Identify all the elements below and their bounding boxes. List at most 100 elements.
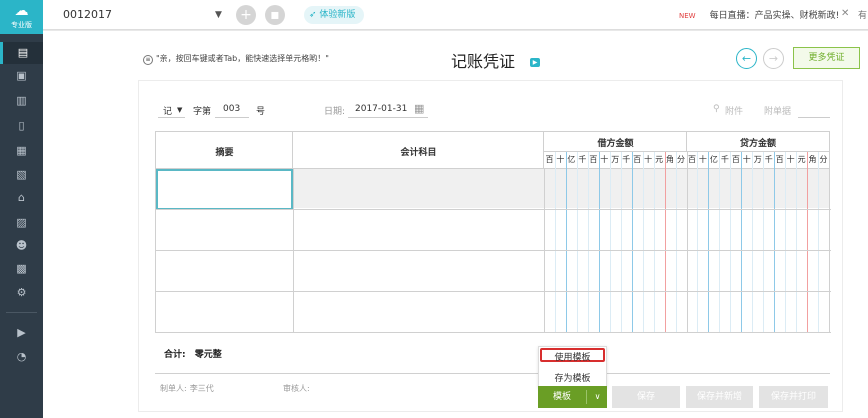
digit-unit-label: 亿 (567, 155, 576, 164)
digit-unit-label: 千 (764, 155, 773, 164)
template-button-label: 模板 (552, 392, 571, 402)
reviewer-field: 审核人: (283, 383, 310, 394)
try-new-label: 体验新版 (319, 10, 356, 20)
digit-unit-label: 百 (589, 155, 598, 164)
use-template-option[interactable]: 使用模板 (539, 350, 606, 363)
paperclip-icon[interactable]: ⚲ (713, 104, 720, 114)
digit-unit-label: 角 (808, 155, 817, 164)
attachment-count-label: 附单据 (764, 107, 792, 117)
digit-unit-label: 角 (666, 155, 675, 164)
chevron-down-icon[interactable]: ∨ (588, 386, 607, 408)
digit-unit-label: 元 (655, 155, 664, 164)
digit-column-line (697, 152, 699, 333)
type-underline (158, 117, 185, 118)
summary-cell-row-1[interactable] (156, 169, 293, 210)
date-underline (348, 117, 428, 118)
live-news-link[interactable]: NEW 每日直播：产品实操、财税新政! (679, 8, 839, 21)
calendar-icon[interactable]: ▦ (0, 140, 43, 162)
edition-logo[interactable]: ☁ 专业版 (0, 0, 43, 34)
digit-column-line (818, 152, 820, 333)
digit-column-line (631, 152, 633, 333)
sidebar-divider (6, 312, 37, 313)
digit-column-line (774, 152, 776, 333)
voucher-number-input[interactable]: 003 (223, 104, 240, 114)
digit-column-line (653, 152, 655, 333)
next-voucher-button[interactable]: → (763, 48, 784, 69)
image-icon[interactable]: ▨ (0, 212, 43, 234)
digit-unit-label: 十 (644, 155, 653, 164)
speedometer-icon[interactable]: ◔ (0, 346, 43, 368)
save-and-print-button[interactable]: 保存并打印 (759, 386, 828, 408)
digit-unit-label: 百 (687, 155, 696, 164)
digit-column-line (576, 152, 578, 333)
digit-column-line (664, 152, 666, 333)
digit-unit-label: 千 (720, 155, 729, 164)
row-divider (156, 209, 831, 210)
cloud-upload-icon: ☁ (14, 3, 29, 19)
digit-unit-label: 百 (633, 155, 642, 164)
book-icon[interactable]: ▯ (0, 115, 43, 137)
rocket-icon: ➶ (309, 10, 320, 20)
apps-grid-icon[interactable]: ▪ (265, 5, 285, 25)
more-vouchers-button[interactable]: 更多凭证 (793, 47, 860, 69)
report-chart-icon[interactable]: ▥ (0, 90, 43, 112)
account-selector[interactable]: 0012017 (63, 8, 112, 21)
previous-voucher-button[interactable]: ← (736, 48, 757, 69)
add-icon[interactable]: + (236, 5, 256, 25)
template-button[interactable]: 模板 ∨ (538, 386, 607, 408)
digit-unit-label: 亿 (709, 155, 718, 164)
total-underline (155, 373, 830, 374)
date-label: 日期: (324, 107, 346, 117)
tip-label: "亲，按回车键或者Tab，能快速选择单元格哟！" (156, 54, 329, 63)
attachment-link[interactable]: 附件 (725, 104, 743, 117)
ledger-icon[interactable]: ▣ (0, 65, 43, 87)
try-new-version-button[interactable]: ➶ 体验新版 (304, 6, 365, 24)
digit-column-line (554, 152, 556, 333)
number-underline (215, 117, 249, 118)
digit-column-line (598, 152, 600, 333)
reviewer-label: 审核人: (283, 384, 310, 393)
people-icon[interactable]: ☻ (0, 235, 43, 257)
edition-label: 专业版 (11, 21, 32, 29)
row-divider (156, 291, 831, 292)
user-menu[interactable]: 有 (858, 8, 867, 21)
asset-icon[interactable]: ⌂ (0, 187, 43, 209)
top-bar: 0012017 ▼ + ▪ ➶ 体验新版 NEW 每日直播：产品实操、财税新政! … (43, 0, 868, 30)
video-icon[interactable]: ▶ (0, 322, 43, 344)
sidebar: ☁ 专业版 ▤ ▣ ▥ ▯ ▦ ▧ ⌂ ▨ ☻ ▩ ⚙ ▶ ◔ (0, 0, 43, 418)
button-separator (586, 390, 587, 404)
news-text: 每日直播：产品实操、财税新政! (709, 11, 840, 21)
keyboard-icon: ≡ (143, 55, 153, 65)
digit-column-line (719, 152, 721, 333)
digit-unit-label: 千 (578, 155, 587, 164)
chevron-down-icon[interactable]: ▼ (215, 10, 222, 20)
date-input[interactable]: 2017-01-31 (355, 104, 407, 114)
digit-column-line (785, 152, 787, 333)
digit-column-line (730, 152, 732, 333)
total-label: 合计: (164, 350, 186, 360)
document-icon[interactable]: ▧ (0, 164, 43, 186)
video-tutorial-icon[interactable]: ▶ (530, 58, 540, 67)
chevron-down-icon[interactable]: ▼ (177, 106, 182, 114)
checklist-icon[interactable]: ▩ (0, 258, 43, 280)
save-as-template-option[interactable]: 存为模板 (539, 371, 606, 384)
settings-icon[interactable]: ⚙ (0, 282, 43, 304)
voucher-page: ≡ "亲，按回车键或者Tab，能快速选择单元格哟！" 记账凭证 ▶ ← → 更多凭… (43, 31, 868, 418)
voucher-icon[interactable]: ▤ (0, 42, 43, 64)
voucher-type-select[interactable]: 记 (163, 104, 172, 117)
close-icon[interactable]: ✕ (841, 8, 849, 19)
credit-column-header: 贷方金额 (739, 139, 776, 149)
number-suffix: 号 (256, 107, 266, 117)
digit-column-line (675, 152, 677, 333)
digit-column-line (708, 152, 710, 333)
digit-column-line (642, 152, 644, 333)
account-cell-row-1[interactable] (293, 169, 829, 208)
save-and-new-button[interactable]: 保存并新增 (686, 386, 753, 408)
row-divider (156, 250, 831, 251)
save-button[interactable]: 保存 (612, 386, 680, 408)
tv-hot-badge-icon: NEW (679, 12, 696, 20)
calendar-icon[interactable]: ▦ (414, 102, 424, 115)
attachment-count-underline (798, 117, 830, 118)
column-divider (544, 169, 545, 333)
tip-text: ≡ "亲，按回车键或者Tab，能快速选择单元格哟！" (143, 53, 329, 65)
